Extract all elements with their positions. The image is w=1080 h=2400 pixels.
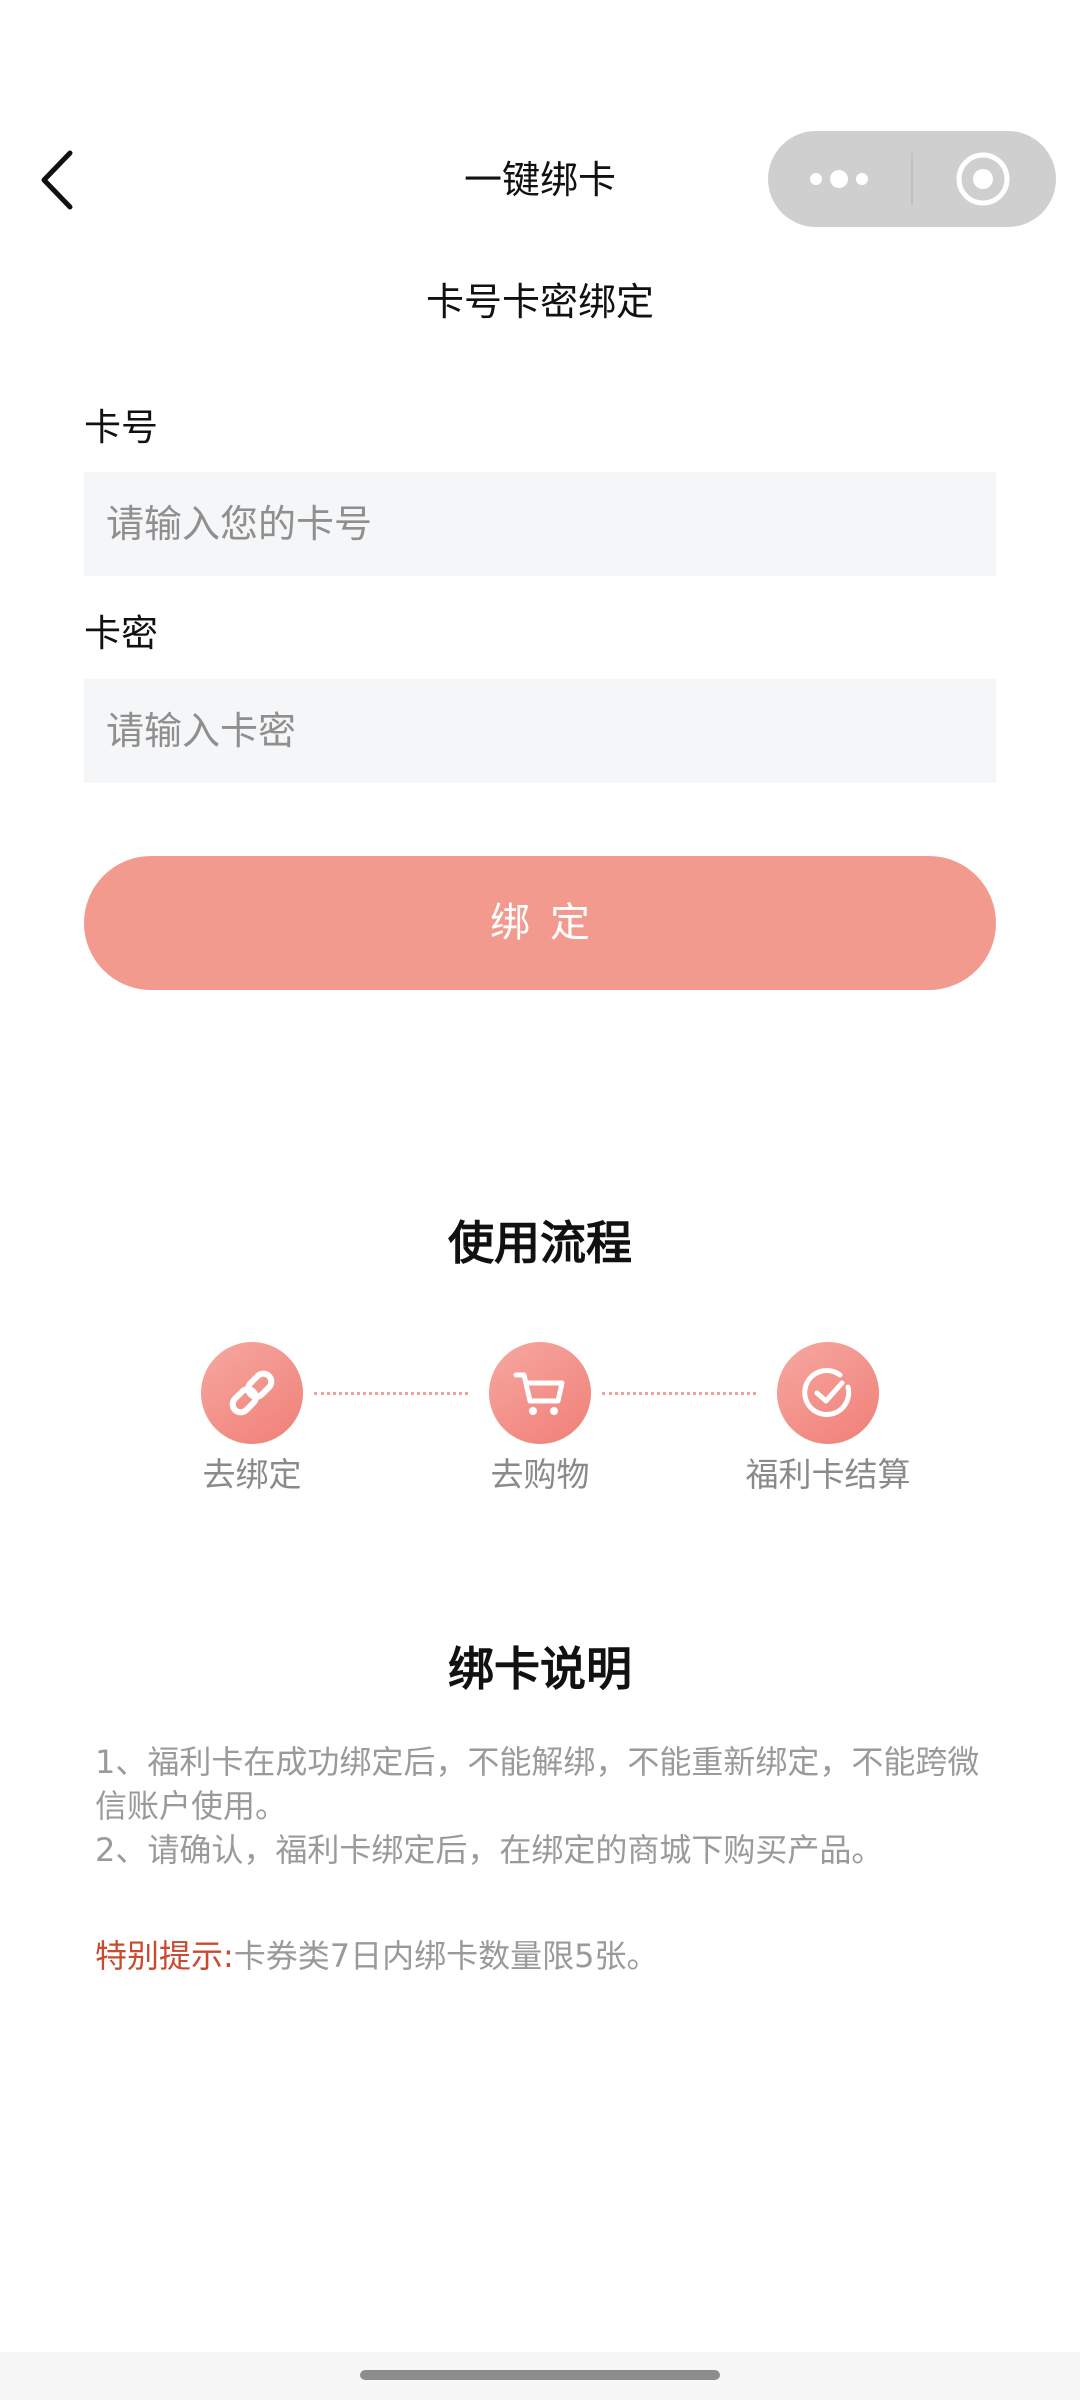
special-notice: 特别提示:卡券类7日内绑卡数量限5张。	[95, 1933, 659, 1979]
check-circle-icon	[802, 1368, 852, 1417]
card-number-input[interactable]	[84, 472, 996, 576]
process-title: 使用流程	[448, 1216, 632, 1270]
system-bottom-bar	[0, 2352, 1080, 2400]
rule-item: 1、福利卡在成功绑定后，不能解绑，不能重新绑定，不能跨微信账户使用。	[95, 1743, 980, 1825]
step-checkout-badge	[777, 1342, 879, 1444]
shopping-cart-icon	[513, 1372, 565, 1415]
step-label: 去购物	[490, 1455, 590, 1494]
notice-label: 特别提示:	[95, 1937, 234, 1975]
close-miniprogram-button[interactable]	[913, 131, 1056, 227]
more-button[interactable]	[768, 131, 911, 227]
bind-button[interactable]: 绑定	[84, 856, 996, 990]
card-number-label: 卡号	[84, 406, 158, 449]
bind-card-page: 一键绑卡 卡号卡密绑定 卡号 卡密 绑定 使用流程	[0, 0, 1080, 2400]
step-label: 福利卡结算	[745, 1455, 911, 1494]
card-password-input[interactable]	[84, 679, 996, 783]
link-icon	[229, 1370, 275, 1416]
form-subtitle: 卡号卡密绑定	[425, 280, 654, 324]
notice-text: 卡券类7日内绑卡数量限5张。	[233, 1937, 659, 1975]
more-dots-icon	[810, 170, 868, 188]
step-bind: 去绑定	[152, 1342, 352, 1498]
rules-list: 1、福利卡在成功绑定后，不能解绑，不能重新绑定，不能跨微信账户使用。 2、请确认…	[95, 1740, 995, 1872]
instructions-title: 绑卡说明	[448, 1642, 632, 1696]
step-shop: 去购物	[440, 1342, 640, 1498]
rule-item: 2、请确认，福利卡绑定后，在绑定的商城下购买产品。	[95, 1831, 884, 1869]
step-checkout: 福利卡结算	[728, 1342, 928, 1498]
home-indicator[interactable]	[360, 2370, 720, 2380]
step-bind-badge	[201, 1342, 303, 1444]
miniprogram-capsule	[768, 131, 1056, 227]
card-password-label: 卡密	[84, 612, 158, 655]
step-label: 去绑定	[202, 1455, 302, 1494]
target-close-icon	[956, 152, 1010, 206]
step-shop-badge	[489, 1342, 591, 1444]
